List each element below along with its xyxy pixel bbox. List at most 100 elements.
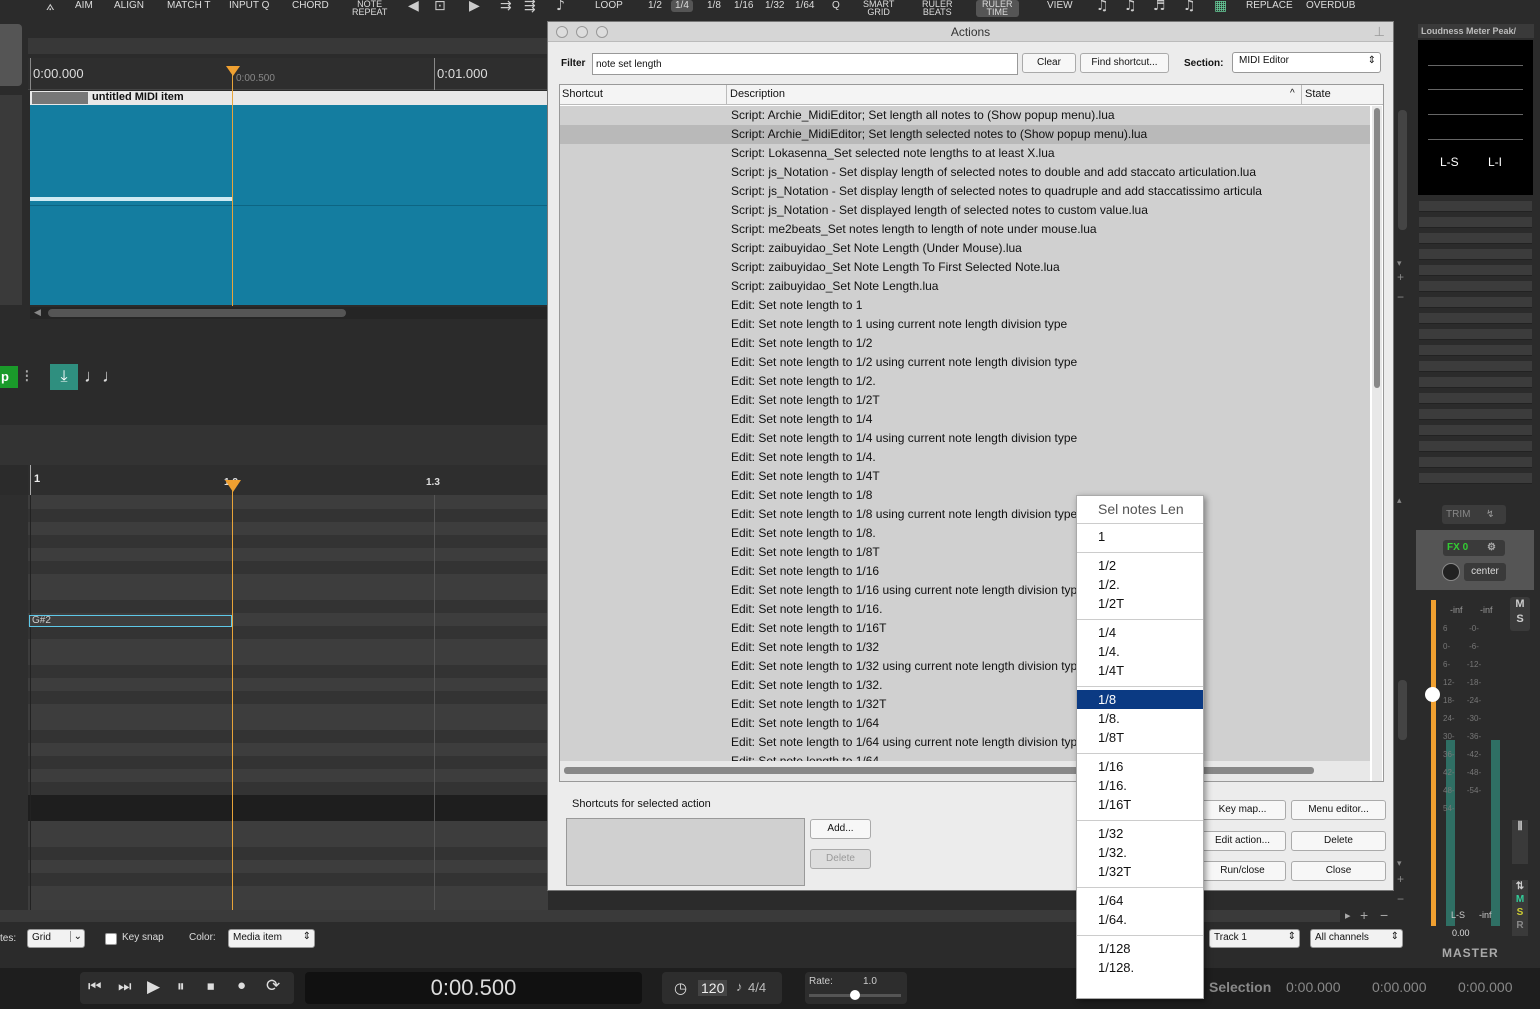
fx-slot[interactable]	[1419, 329, 1532, 340]
popup-item[interactable]: 1/8	[1077, 690, 1203, 709]
toolbar-view[interactable]: VIEW	[1047, 0, 1073, 12]
action-row[interactable]: Edit: Set note length to 1 using current…	[560, 315, 1370, 334]
popup-item[interactable]: 1/128.	[1077, 958, 1203, 977]
clear-button[interactable]: Clear	[1022, 53, 1076, 73]
selection-start[interactable]: 0:00.000	[1286, 979, 1341, 995]
action-row[interactable]: Edit: Set note length to 1/8	[560, 486, 1370, 505]
fx-slot[interactable]	[1419, 201, 1532, 212]
action-row[interactable]: Script: zaibuyidao_Set Note Length (Unde…	[560, 239, 1370, 258]
popup-item[interactable]: 1/2	[1077, 556, 1203, 575]
action-row[interactable]: Script: js_Notation - Set display length…	[560, 163, 1370, 182]
action-row[interactable]: Edit: Set note length to 1/2	[560, 334, 1370, 353]
key-map-button[interactable]: Key map...	[1199, 800, 1286, 820]
fx-button[interactable]: FX 0 ⚙	[1443, 540, 1505, 556]
rate-slider-knob[interactable]	[850, 990, 860, 1000]
play-icon[interactable]: ▶	[469, 0, 480, 14]
action-row[interactable]: Script: me2beats_Set notes length to len…	[560, 220, 1370, 239]
actions-list[interactable]: Shortcut Description ^ State Script: Arc…	[559, 84, 1384, 782]
go-end-icon[interactable]: ⏭	[118, 978, 132, 995]
action-row[interactable]: Edit: Set note length to 1/2 using curre…	[560, 353, 1370, 372]
toolbar-1-2[interactable]: 1/2	[648, 0, 662, 12]
popup-item[interactable]: 1/32T	[1077, 862, 1203, 881]
loop-lock-icon[interactable]: ⊡	[434, 0, 446, 14]
menu-editor-button[interactable]: Menu editor...	[1291, 800, 1386, 820]
popup-item[interactable]: 1/2.	[1077, 575, 1203, 594]
piano-icon[interactable]: ▦	[1214, 0, 1227, 14]
popup-item[interactable]: 1/8.	[1077, 709, 1203, 728]
action-row[interactable]: Edit: Set note length to 1/8.	[560, 524, 1370, 543]
action-row[interactable]: Edit: Set note length to 1/4 using curre…	[560, 429, 1370, 448]
popup-item[interactable]: 1/32	[1077, 824, 1203, 843]
action-row[interactable]: Script: Archie_MidiEditor; Set length se…	[560, 125, 1370, 144]
arrow-down-icon[interactable]: ▾	[1397, 258, 1402, 269]
popup-item[interactable]: 1/8T	[1077, 728, 1203, 747]
transport-time-display[interactable]: 0:00.500	[305, 972, 642, 1004]
col-shortcut[interactable]: Shortcut	[562, 88, 603, 100]
minus-icon[interactable]: −	[1397, 290, 1404, 304]
fx-slot[interactable]	[1419, 361, 1532, 372]
popup-item[interactable]: 1/16	[1077, 757, 1203, 776]
popup-item[interactable]: 1/2T	[1077, 594, 1203, 613]
track-select[interactable]: Track 1 ⇕	[1209, 929, 1300, 948]
popup-item[interactable]: 1/128	[1077, 939, 1203, 958]
toolbar-aim[interactable]: AIM	[75, 0, 93, 12]
toolbar-note-repeat[interactable]: NOTE REPEAT	[352, 0, 387, 17]
arrow-left-icon[interactable]: ◀	[408, 0, 419, 14]
note-icon[interactable]: ♪	[556, 0, 565, 14]
toolbar-replace[interactable]: REPLACE	[1246, 0, 1293, 12]
action-row[interactable]: Edit: Set note length to 1/32	[560, 638, 1370, 657]
col-description[interactable]: Description	[730, 88, 785, 100]
action-row[interactable]: Edit: Set note length to 1/4	[560, 410, 1370, 429]
grid-move2-icon[interactable]: ⇶	[524, 0, 536, 14]
plus-icon[interactable]: +	[1397, 270, 1404, 284]
delete-shortcut-button[interactable]: Delete	[810, 849, 871, 869]
metronome-icon[interactable]: ◷	[674, 979, 687, 997]
popup-item[interactable]: 1	[1077, 527, 1203, 546]
action-row[interactable]: Edit: Set note length to 1/16 using curr…	[560, 581, 1370, 600]
tcp-scroll-thumb[interactable]	[1398, 110, 1407, 230]
notes-icon-2[interactable]: ♫	[1124, 0, 1137, 14]
snap-toggle-button[interactable]: p	[0, 366, 18, 388]
stereo-toggle-button[interactable]: ⫼	[1512, 820, 1528, 864]
mixer-scroll-thumb[interactable]	[1398, 680, 1407, 740]
toolbar-1-32[interactable]: 1/32	[765, 0, 784, 12]
scroll-right-icon[interactable]: ▸	[1345, 909, 1351, 922]
toolbar-1-16[interactable]: 1/16	[734, 0, 753, 12]
fx-slot[interactable]	[1419, 233, 1532, 244]
pan-knob[interactable]	[1442, 563, 1460, 581]
action-row[interactable]: Script: js_Notation - Set display length…	[560, 182, 1370, 201]
repeat-icon[interactable]: ⟳	[266, 976, 280, 996]
grid-move-icon[interactable]: ⇉	[500, 0, 512, 14]
zoom-window-icon[interactable]	[596, 26, 608, 38]
popup-item[interactable]: 1/16T	[1077, 795, 1203, 814]
pr-playhead-marker-icon[interactable]	[225, 480, 241, 492]
action-row[interactable]: Script: Lokasenna_Set selected note leng…	[560, 144, 1370, 163]
node-icon[interactable]: ⟑	[46, 0, 55, 14]
play-icon[interactable]: ▶	[147, 977, 160, 997]
action-row[interactable]: Edit: Set note length to 1/64	[560, 714, 1370, 733]
selection-length[interactable]: 0:00.000	[1458, 979, 1513, 995]
fader-track[interactable]	[1431, 600, 1436, 926]
fx-slot[interactable]	[1419, 281, 1532, 292]
note-length-icon[interactable]: ♩♩	[84, 366, 120, 387]
midi-note-g2[interactable]: G#2	[29, 615, 232, 627]
selection-end[interactable]: 0:00.000	[1372, 979, 1427, 995]
key-snap-checkbox[interactable]	[105, 933, 117, 945]
toolbar-q[interactable]: Q	[832, 0, 840, 12]
midi-item-body[interactable]	[30, 105, 548, 305]
timeline-ruler[interactable]: 0:00.000 0:00.500 0:01.000	[28, 58, 548, 90]
filter-input[interactable]	[592, 53, 1018, 75]
piano-roll-ruler[interactable]: 1 1.2 1.3	[28, 465, 548, 495]
list-hscroll[interactable]	[560, 761, 1370, 781]
toolbar-1-8[interactable]: 1/8	[707, 0, 721, 12]
stop-icon[interactable]: ⏹	[207, 978, 215, 995]
list-vscroll-thumb[interactable]	[1374, 108, 1380, 388]
action-row[interactable]: Edit: Set note length to 1/4T	[560, 467, 1370, 486]
action-row[interactable]: Edit: Set note length to 1/32.	[560, 676, 1370, 695]
popup-item[interactable]: 1/4.	[1077, 642, 1203, 661]
fx-slot[interactable]	[1419, 313, 1532, 324]
color-select[interactable]: Media item ⇕	[228, 929, 315, 948]
action-row[interactable]: Script: zaibuyidao_Set Note Length To Fi…	[560, 258, 1370, 277]
action-row[interactable]: Edit: Set note length to 1/32 using curr…	[560, 657, 1370, 676]
fx-slot[interactable]	[1419, 265, 1532, 276]
